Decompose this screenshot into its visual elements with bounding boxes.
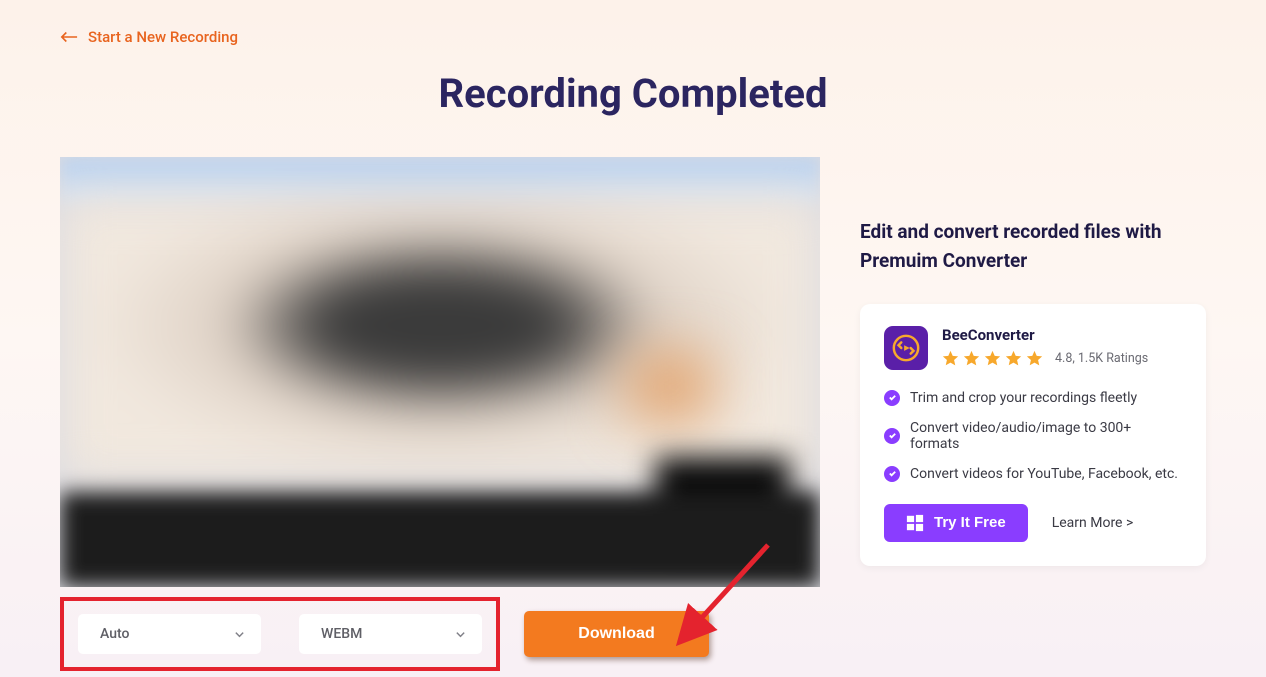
feature-text: Trim and crop your recordings fleetly <box>910 390 1137 406</box>
quality-select[interactable]: Auto <box>78 614 261 654</box>
feature-item: Convert videos for YouTube, Facebook, et… <box>884 466 1182 482</box>
swap-arrows-icon <box>891 333 921 363</box>
feature-item: Convert video/audio/image to 300+ format… <box>884 420 1182 452</box>
try-free-label: Try It Free <box>934 514 1006 531</box>
check-circle-icon <box>884 390 900 406</box>
chevron-down-icon <box>234 629 245 640</box>
rating-text: 4.8, 1.5K Ratings <box>1055 351 1148 366</box>
feature-text: Convert videos for YouTube, Facebook, et… <box>910 466 1178 482</box>
promo-header: BeeConverter 4.8, 1.5K Ratings <box>884 326 1182 370</box>
star-icon <box>942 350 959 367</box>
promo-card: BeeConverter 4.8, 1.5K Ratings <box>860 304 1206 566</box>
left-column: Auto WEBM Download <box>60 157 820 671</box>
promo-heading: Edit and convert recorded files with Pre… <box>860 217 1206 276</box>
star-icon <box>1026 350 1043 367</box>
beeconverter-logo <box>884 326 928 370</box>
check-circle-icon <box>884 466 900 482</box>
page-title: Recording Completed <box>60 70 1206 117</box>
rating-row: 4.8, 1.5K Ratings <box>942 350 1148 367</box>
feature-text: Convert video/audio/image to 300+ format… <box>910 420 1182 452</box>
feature-list: Trim and crop your recordings fleetly Co… <box>884 390 1182 482</box>
promo-actions: Try It Free Learn More > <box>884 504 1182 542</box>
main-row: Auto WEBM Download Edit and convert reco… <box>60 157 1206 671</box>
arrow-left-icon <box>60 30 78 44</box>
star-icon <box>984 350 1001 367</box>
right-column: Edit and convert recorded files with Pre… <box>860 157 1206 566</box>
check-circle-icon <box>884 428 900 444</box>
learn-more-link[interactable]: Learn More > <box>1052 515 1134 531</box>
feature-item: Trim and crop your recordings fleetly <box>884 390 1182 406</box>
promo-product-name: BeeConverter <box>942 326 1148 344</box>
chevron-down-icon <box>455 629 466 640</box>
star-icon <box>1005 350 1022 367</box>
download-button[interactable]: Download <box>524 611 709 657</box>
format-select[interactable]: WEBM <box>299 614 482 654</box>
page-container: Start a New Recording Recording Complete… <box>0 0 1266 671</box>
controls-row: Auto WEBM Download <box>60 597 820 671</box>
format-select-value: WEBM <box>321 626 362 642</box>
back-link-label: Start a New Recording <box>88 28 238 46</box>
promo-title-block: BeeConverter 4.8, 1.5K Ratings <box>942 326 1148 367</box>
start-new-recording-link[interactable]: Start a New Recording <box>60 28 238 46</box>
windows-icon <box>906 514 924 532</box>
recording-preview[interactable] <box>60 157 820 587</box>
try-free-button[interactable]: Try It Free <box>884 504 1028 542</box>
quality-select-value: Auto <box>100 626 129 642</box>
annotation-highlight-box: Auto WEBM <box>60 597 500 671</box>
star-icon <box>963 350 980 367</box>
